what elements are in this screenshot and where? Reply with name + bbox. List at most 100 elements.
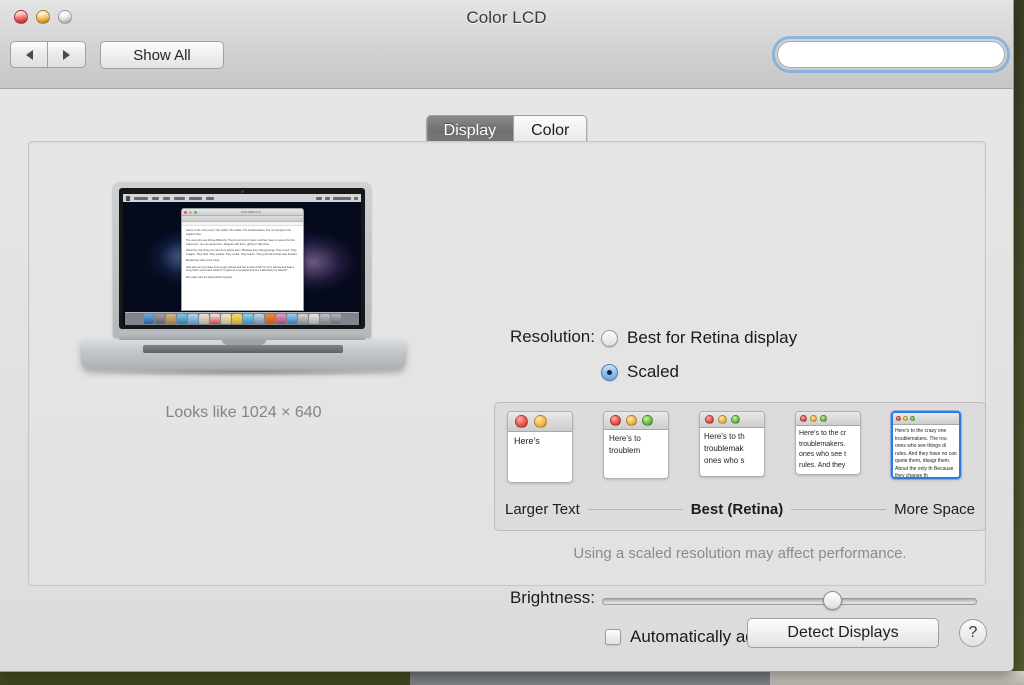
menubar-status-items [316,196,358,200]
preview-minimize-icon [189,210,192,214]
thumbnail-preview-text: Here's to troublem [609,434,641,455]
thumbnail-titlebar [796,412,860,426]
resolution-thumbnail-4-selected[interactable]: Here's to the crazy one troublemakers. T… [891,411,961,479]
dock-icon-contacts [198,314,209,324]
dock-icon-app-store [286,314,297,324]
preview-document-body: Here's to the crazy ones. The misfits. T… [182,226,303,285]
brightness-slider-track[interactable] [602,598,977,605]
chevron-right-icon [63,49,70,60]
radio-best-for-retina[interactable]: Best for Retina display [601,328,797,348]
preview-textedit-window: Think Different.rtf Here's to the crazy … [181,208,304,311]
dock-icon-finder [143,314,154,324]
resolution-thumbnail-2[interactable]: Here's to th troublemak ones who s [699,411,765,477]
radio-button-icon-selected[interactable] [601,363,618,381]
chevron-left-icon [25,49,33,60]
menubar-item [174,196,185,200]
macbook-shadow [89,368,399,377]
looks-like-resolution-label: Looks like 1024 × 640 [165,404,322,421]
preview-paragraph: How else can you stare at an empty canva… [186,265,295,273]
display-settings-panel: Think Different.rtf Here's to the crazy … [28,141,986,646]
window-titlebar: Color LCD Show All [0,0,1013,89]
scale-label-more-space: More Space [894,501,975,518]
thumbnail-traffic-light [626,415,637,426]
radio-scaled[interactable]: Scaled [601,362,679,382]
desktop-bottom-edge [0,671,1024,685]
desktop-window-edge-right [770,671,1024,685]
radio-label: Best for Retina display [627,328,798,347]
wifi-icon [316,196,322,200]
scaled-resolution-panel: Here's Here's to troublem Here's to th tro… [494,402,986,531]
preview-menubar [123,194,361,202]
macbook-preview-image: Think Different.rtf Here's to the crazy … [81,182,406,382]
auto-brightness-checkbox[interactable] [605,629,621,645]
thumbnail-traffic-light [534,415,547,428]
forward-button[interactable] [48,41,86,68]
preview-paragraph: The ones who see things differently. The… [186,239,295,246]
macbook-bezel: Think Different.rtf Here's to the crazy … [119,188,365,329]
dock-icon-itunes [275,314,286,324]
dock-icon-reminders [220,314,231,324]
brightness-slider[interactable] [602,591,977,611]
macbook-keyboard [143,345,343,353]
scale-rule-left [587,509,683,510]
preview-paragraph: About the only thing you can't do is ign… [186,249,298,256]
thumbnail-traffic-light [820,415,827,422]
thumbnail-traffic-light [903,416,908,421]
display-preferences-window: Color LCD Show All Display Color Think D… [0,0,1014,672]
thumbnail-preview-text: Here's to the cr troublemakers. ones who… [799,430,847,469]
thumbnail-traffic-light [705,415,714,424]
menubar-item [206,196,214,200]
dock-icon-system-preferences [297,314,308,324]
menubar-clock [333,196,351,200]
resolution-thumbnail-3[interactable]: Here's to the cr troublemakers. ones who… [795,411,861,475]
menubar-item [189,196,202,200]
thumbnail-traffic-light [515,415,528,428]
dock-icon-facetime [253,314,264,324]
macbook-lid: Think Different.rtf Here's to the crazy … [113,182,371,337]
desktop-window-edge [410,671,770,685]
thumbnail-titlebar [604,412,668,430]
resolution-thumbnail-0[interactable]: Here's [507,411,573,483]
thumbnail-preview-text: Here's to the crazy one troublemakers. T… [895,428,957,479]
radio-label: Scaled [627,362,679,381]
dock-icon-mail [187,314,198,324]
preview-paragraph: Here's to the crazy ones. The misfits. T… [186,229,292,236]
resolution-thumbnail-1[interactable]: Here's to troublem [603,411,669,479]
dock-icon-mission-control [165,314,176,324]
preview-window-titlebar: Think Different.rtf [182,209,303,216]
scale-label-larger-text: Larger Text [505,501,580,518]
show-all-button[interactable]: Show All [100,41,224,69]
scale-range-labels: Larger Text Best (Retina) More Space [505,501,975,518]
back-button[interactable] [10,41,48,68]
menubar-item [134,196,148,200]
scale-rule-right [791,509,887,510]
dock-icon-photo-booth [264,314,275,324]
radio-button-icon[interactable] [601,329,618,347]
brightness-label: Brightness: [509,588,595,607]
preview-paragraph: Maybe they have to be crazy. [186,259,220,263]
facetime-camera-icon [240,190,244,193]
menubar-item [152,196,159,200]
battery-icon [325,196,330,200]
thumbnail-traffic-light [810,415,817,422]
dock-icon-textedit [308,314,319,324]
preview-dock [125,312,359,325]
thumbnail-titlebar [700,412,764,428]
spotlight-icon [354,196,358,200]
detect-displays-button[interactable]: Detect Displays [747,618,939,648]
window-title: Color LCD [466,8,547,27]
dock-icon-messages [242,314,253,324]
preview-zoom-icon [194,210,197,214]
scale-label-best-retina: Best (Retina) [690,501,784,518]
help-button[interactable]: ? [959,619,987,647]
thumbnail-traffic-light [718,415,727,424]
thumbnail-traffic-light [731,415,740,424]
brightness-slider-thumb[interactable] [822,591,842,610]
dock-icon-safari [176,314,187,324]
preview-paragraph: We make tools for these kinds of people. [186,275,233,279]
search-input[interactable] [777,41,1005,68]
navigation-buttons [10,41,86,68]
resolution-label: Resolution: [509,327,595,346]
dock-icon-notes [231,314,242,324]
resolution-thumbnail-list: Here's Here's to troublem Here's to th tro… [495,411,987,495]
